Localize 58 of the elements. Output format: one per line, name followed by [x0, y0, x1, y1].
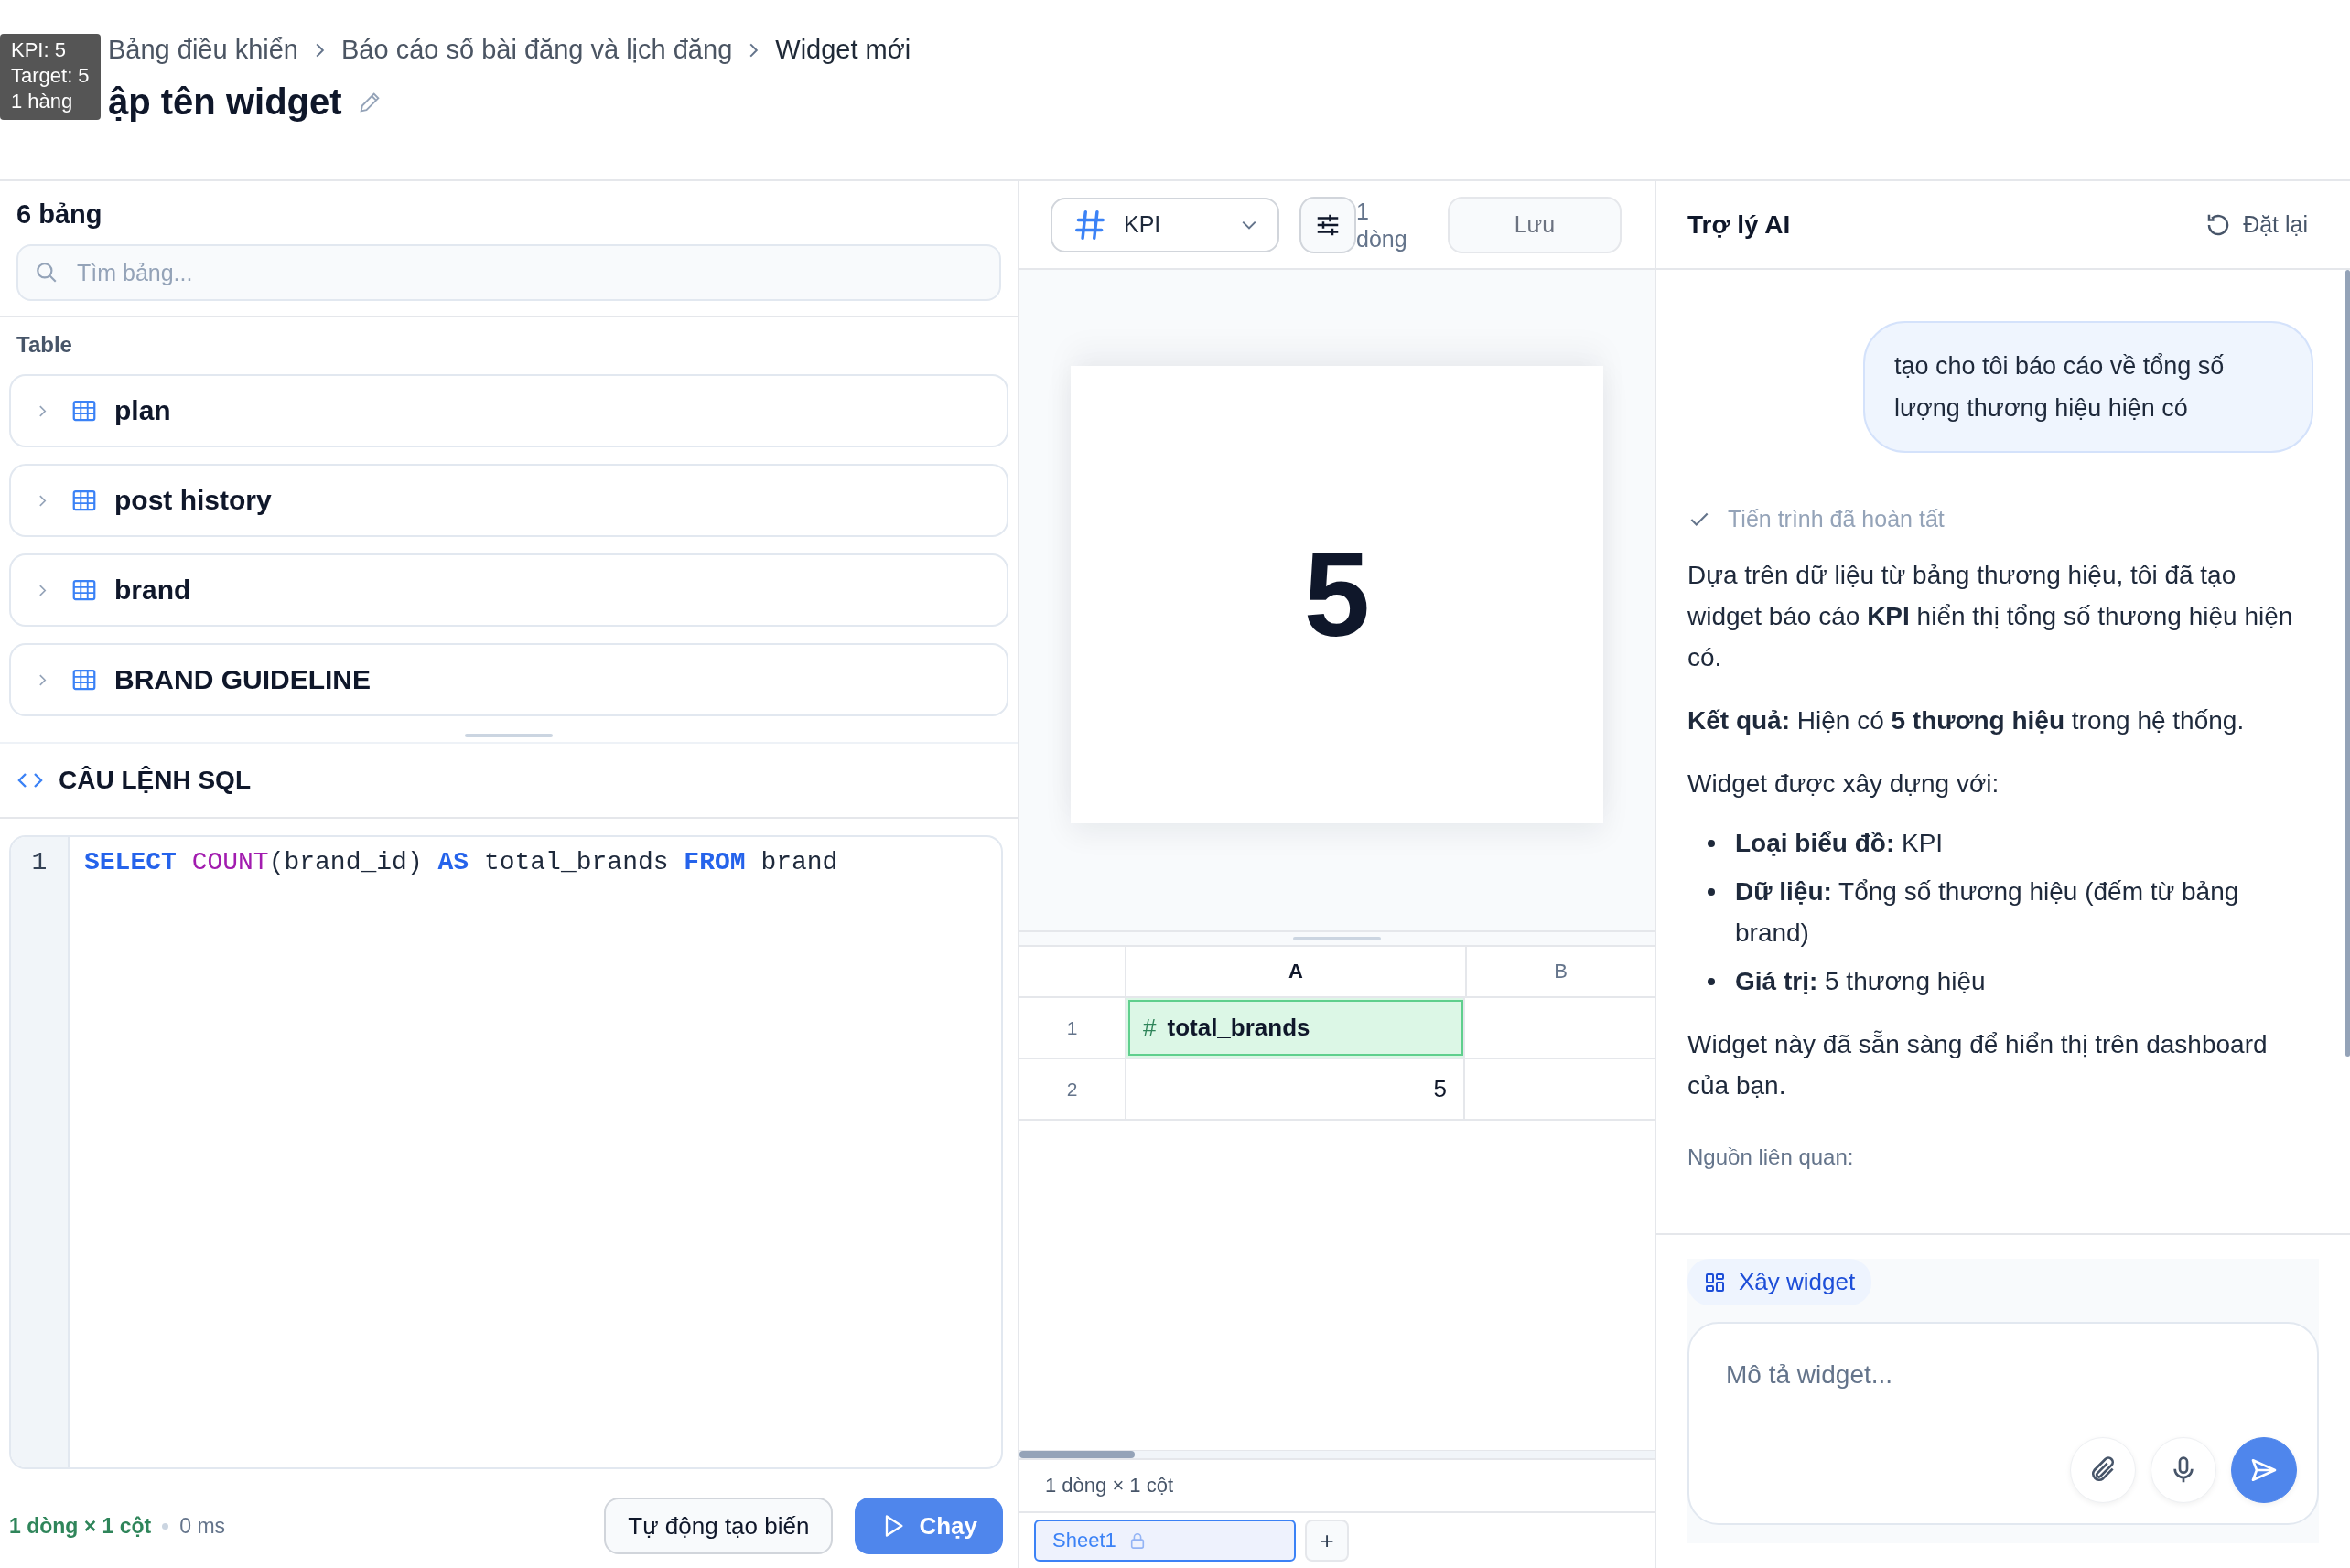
row-number: 2	[1019, 1059, 1126, 1119]
bullet-icon	[1708, 888, 1715, 896]
search-field[interactable]: Tìm bảng...	[16, 244, 1001, 301]
add-sheet-button[interactable]: +	[1305, 1520, 1349, 1562]
code-line: SELECT COUNT(brand_id) AS total_brands FROM brand	[84, 848, 838, 876]
column-header[interactable]: B	[1467, 947, 1655, 996]
table-item[interactable]: brand	[9, 553, 1008, 627]
run-time: 0 ms	[179, 1513, 226, 1539]
grid-summary: 1 dòng × 1 cột	[1019, 1458, 1655, 1513]
chart-type-select[interactable]: KPI	[1051, 197, 1279, 252]
auto-variables-button[interactable]: Tự động tạo biến	[604, 1498, 834, 1554]
result-summary: 1 dòng × 1 cột	[9, 1513, 152, 1539]
line-number: 1	[30, 848, 49, 876]
progress-status: Tiến trình đã hoàn tất	[1728, 506, 1945, 532]
resize-handle[interactable]	[1293, 937, 1381, 940]
panel-title: Trợ lý AI	[1687, 209, 1791, 240]
group-label: Table	[16, 331, 73, 358]
table-item[interactable]: BRAND GUIDELINE	[9, 643, 1008, 716]
list-item: Giá trị: 5 thương hiệu	[1735, 966, 1986, 997]
sources-label: Nguồn liên quan:	[1687, 1144, 1855, 1170]
code-icon	[16, 771, 44, 789]
reset-button[interactable]: Đặt lại	[2199, 209, 2313, 240]
chevron-right-icon	[315, 41, 325, 59]
chevron-right-icon	[749, 41, 760, 59]
grid-cell[interactable]: # total_brands	[1126, 998, 1465, 1058]
column-header[interactable]: A	[1126, 947, 1467, 996]
bullet-icon	[1708, 840, 1715, 847]
sql-editor[interactable]: 1 SELECT COUNT(brand_id) AS total_brands FROM brand	[9, 835, 1003, 1469]
assistant-paragraph: Kết quả: Hiện có 5 thương hiệu trong hệ thống.	[1687, 705, 2246, 736]
list-item: Loại biểu đồ: KPI	[1735, 828, 1944, 859]
breadcrumb-link[interactable]: Báo cáo số bài đăng và lịch đăng	[341, 35, 733, 65]
separator-dot	[162, 1522, 169, 1530]
grid-cell[interactable]: 5	[1126, 1059, 1465, 1119]
grid-icon	[1704, 1271, 1726, 1294]
tooltip: KPI: 5 Target: 5 1 hàng	[0, 34, 101, 120]
message-field[interactable]: Mô tả widget...	[1687, 1322, 2319, 1525]
user-message: tạo cho tôi báo cáo về tổng số lượng thương hiệu hiện có	[1863, 321, 2313, 453]
list-item: Dữ liệu: Tổng số thương hiệu (đếm từ bảng brand)	[1735, 876, 2240, 949]
table-item[interactable]: plan	[9, 374, 1008, 447]
settings-button[interactable]	[1299, 196, 1356, 253]
table-item[interactable]: post history	[9, 464, 1008, 537]
breadcrumb-link[interactable]: Bảng điều khiển	[108, 35, 298, 65]
assistant-paragraph: Dựa trên dữ liệu từ bảng thương hiệu, tôi đã tạo widget báo cáo KPI hiển thị tổng số thương hiệu hiện có.	[1687, 560, 2294, 673]
scrollbar-thumb[interactable]	[1019, 1451, 1135, 1458]
row-count: 1 dòng	[1356, 197, 1408, 252]
caret-icon	[1241, 219, 1257, 231]
assistant-paragraph: Widget được xây dựng với:	[1687, 768, 2000, 800]
run-button[interactable]: Chạy	[855, 1498, 1003, 1554]
mode-chip[interactable]: Xây widget	[1687, 1259, 1872, 1305]
search-icon	[35, 261, 59, 285]
table-count: 6 bảng	[16, 199, 103, 230]
kpi-value: 5	[1303, 527, 1371, 663]
assistant-paragraph: Widget này đã sẵn sàng để hiển thị trên dashboard của bạn.	[1687, 1029, 2269, 1101]
scrollbar-thumb[interactable]	[2345, 270, 2350, 1057]
bullet-icon	[1708, 978, 1715, 985]
section-title: CÂU LỆNH SQL	[59, 766, 251, 795]
resize-handle[interactable]	[465, 734, 553, 737]
widget-title[interactable]: ập tên widget	[108, 81, 342, 123]
